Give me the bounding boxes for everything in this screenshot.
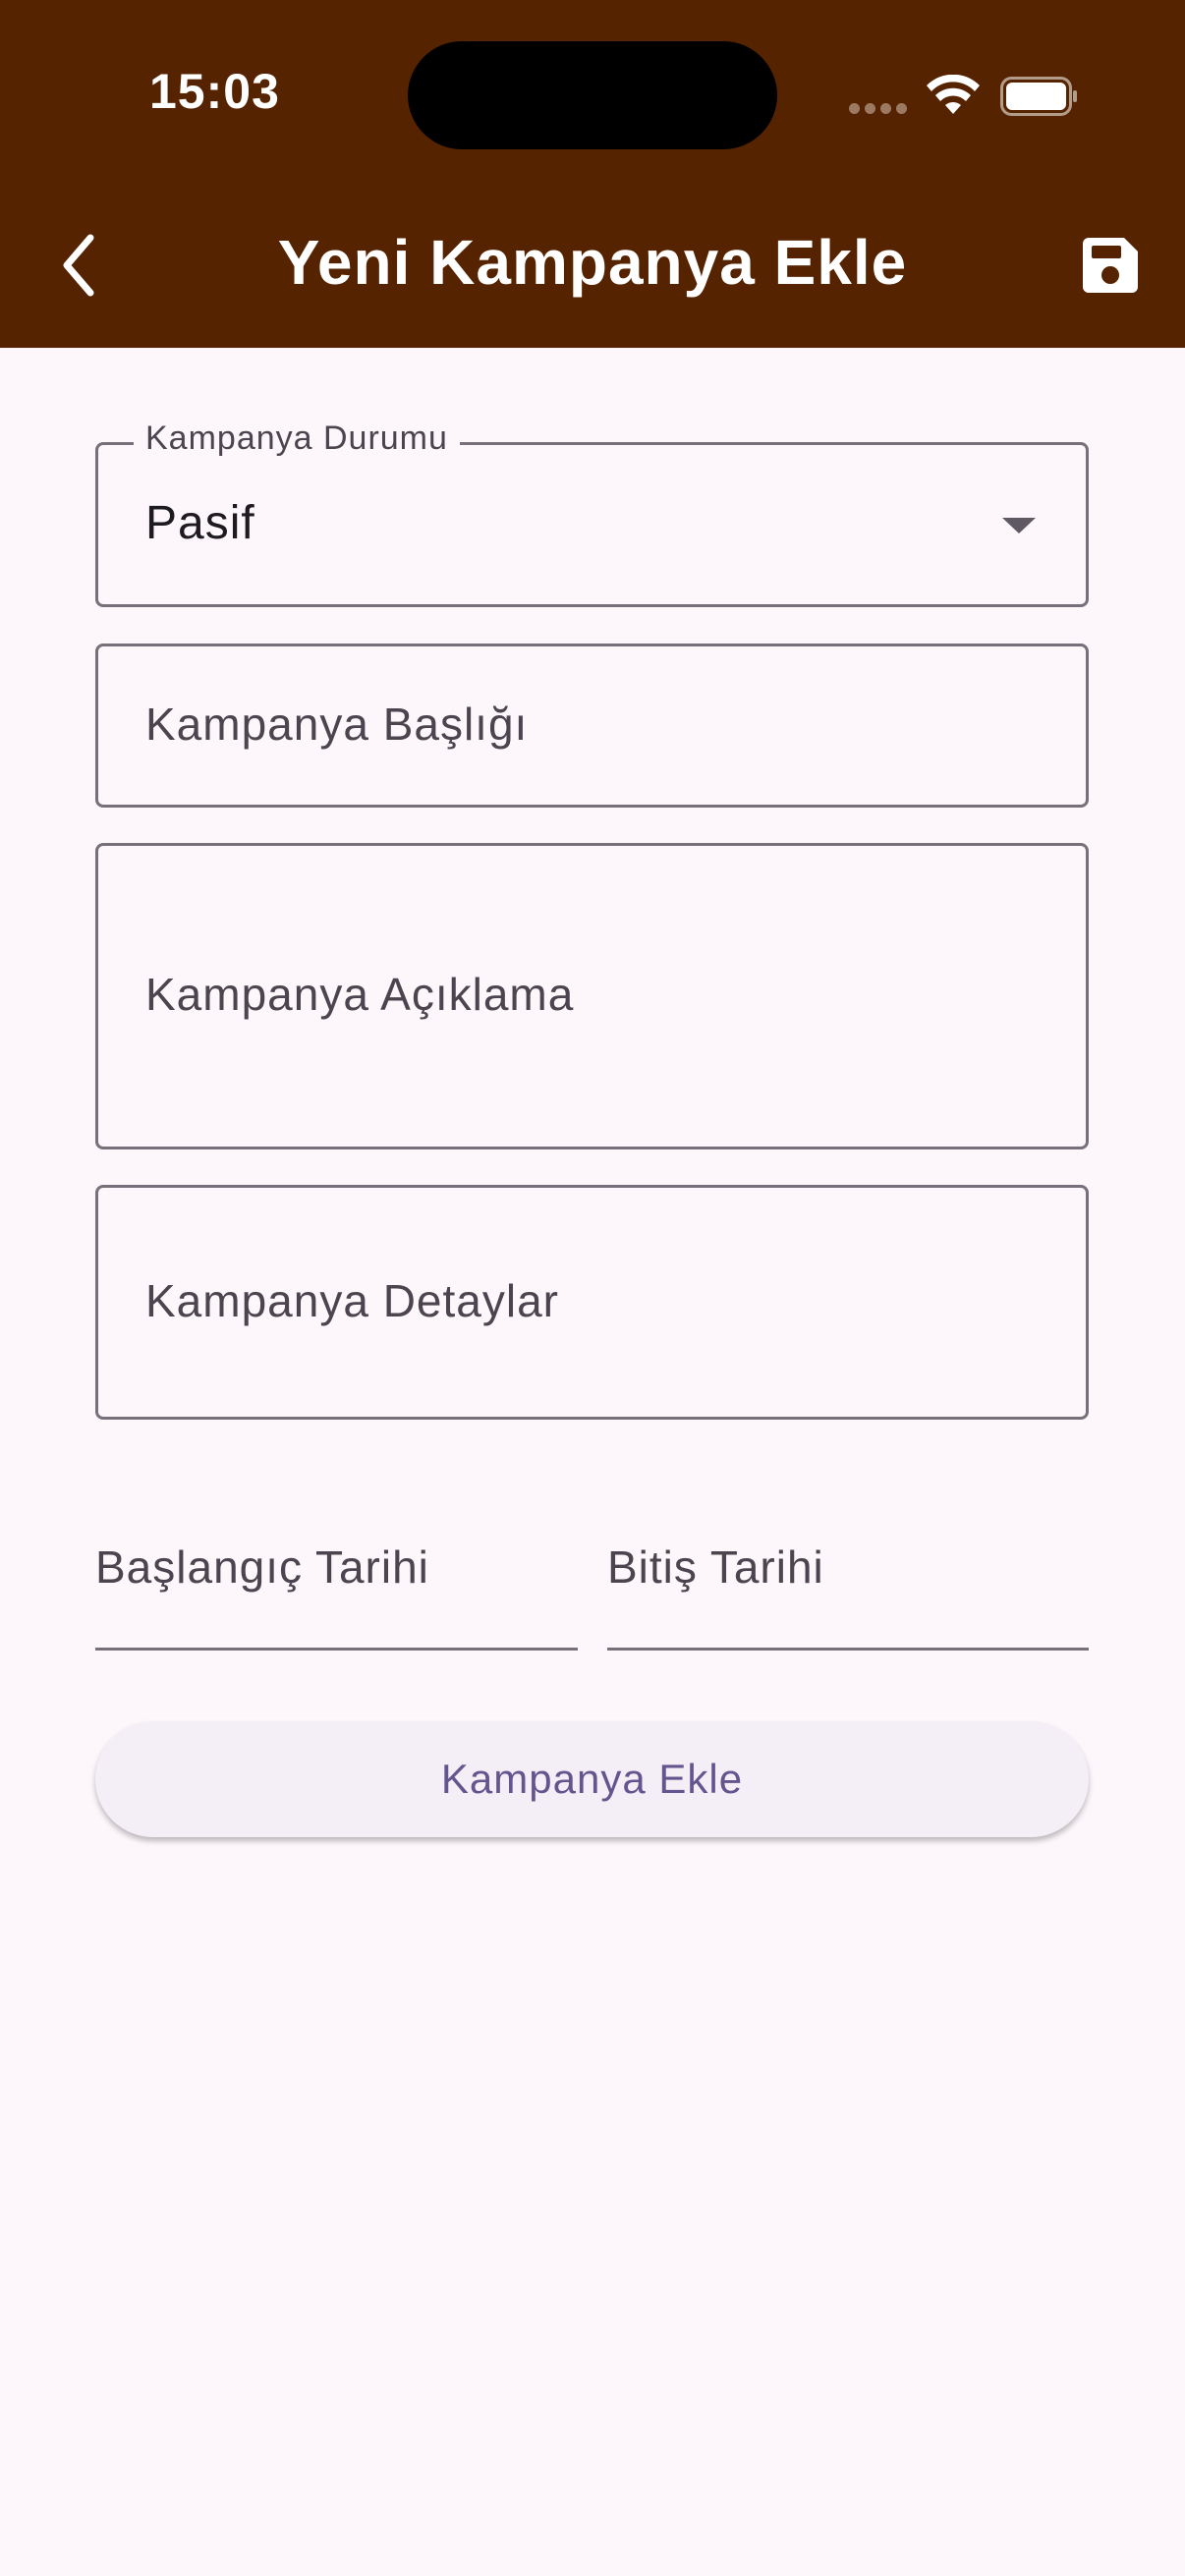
save-button[interactable] xyxy=(1081,236,1140,295)
campaign-title-input[interactable]: Kampanya Başlığı xyxy=(95,644,1089,808)
status-select-label: Kampanya Durumu xyxy=(134,420,460,458)
dropdown-arrow-icon xyxy=(1002,518,1036,533)
end-date-input[interactable]: Bitiş Tarihi xyxy=(607,1513,1089,1651)
start-date-label: Başlangıç Tarihi xyxy=(95,1541,429,1593)
campaign-details-label: Kampanya Detaylar xyxy=(145,1275,559,1326)
campaign-description-input[interactable]: Kampanya Açıklama xyxy=(95,843,1089,1149)
start-date-input[interactable]: Başlangıç Tarihi xyxy=(95,1513,578,1651)
page-title: Yeni Kampanya Ekle xyxy=(277,227,908,298)
screen: 15:03 Yeni Kampanya Ekle Kampanya Durumu… xyxy=(0,0,1185,2576)
app-bar: 15:03 Yeni Kampanya Ekle xyxy=(0,0,1185,348)
status-time: 15:03 xyxy=(149,64,280,119)
campaign-description-label: Kampanya Açıklama xyxy=(145,969,575,1020)
status-select-value: Pasif xyxy=(145,497,255,549)
dynamic-island xyxy=(408,41,777,149)
add-campaign-button[interactable]: Kampanya Ekle xyxy=(95,1721,1089,1837)
save-icon xyxy=(1083,238,1138,293)
campaign-details-input[interactable]: Kampanya Detaylar xyxy=(95,1185,1089,1420)
status-select[interactable]: Kampanya Durumu Pasif xyxy=(95,420,1089,607)
cellular-signal-icon xyxy=(849,103,908,115)
campaign-title-label: Kampanya Başlığı xyxy=(145,699,529,750)
end-date-label: Bitiş Tarihi xyxy=(607,1541,824,1593)
wifi-icon xyxy=(927,75,980,114)
battery-icon xyxy=(1000,77,1077,116)
